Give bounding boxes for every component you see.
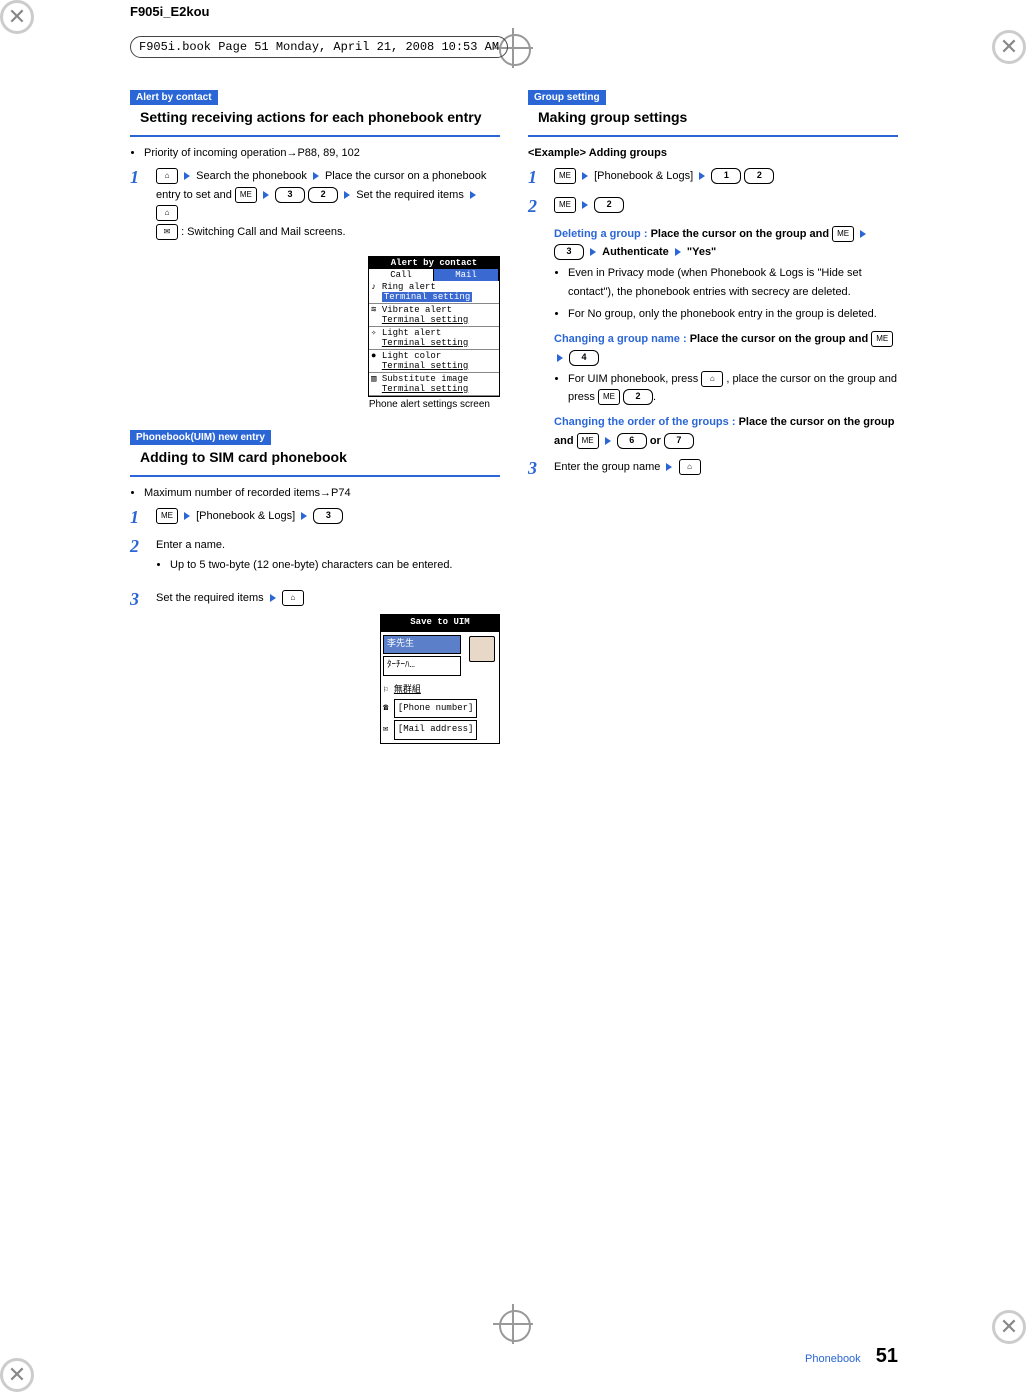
avatar-placeholder	[469, 636, 495, 662]
crop-mark-bl: ✕	[0, 1358, 34, 1392]
arrow-icon	[263, 191, 269, 199]
sim-step3: Set the required items ⌂ Save to UIM 李先生…	[156, 589, 500, 745]
book-icon: ⌂	[701, 371, 723, 387]
example-heading: <Example> Adding groups	[528, 147, 898, 159]
arrow-icon	[301, 512, 307, 520]
key-2: 2	[308, 187, 338, 203]
arrow-icon	[699, 172, 705, 180]
key-3: 3	[313, 508, 343, 524]
key-2: 2	[744, 168, 774, 184]
bullet-max-items: Maximum number of recorded items→P74	[144, 487, 500, 499]
section-tag-group: Group setting	[528, 90, 606, 105]
book-icon: ⌂	[156, 168, 178, 184]
book-page-info: F905i.book Page 51 Monday, April 21, 200…	[130, 36, 508, 58]
phone-screen-caption: Phone alert settings screen	[368, 399, 500, 410]
arrow-icon	[184, 512, 190, 520]
arrow-icon	[675, 248, 681, 256]
crop-mark-tl: ✕	[0, 0, 34, 34]
group-step3: Enter the group name ⌂	[554, 458, 898, 479]
registration-mark-bottom	[497, 1308, 531, 1342]
menu-icon: ME	[871, 331, 893, 347]
menu-icon: ME	[832, 226, 854, 242]
step-number-2: 2	[528, 196, 546, 450]
delete-group-label: Deleting a group :	[554, 228, 648, 240]
crop-mark-tr: ✕	[992, 30, 1026, 64]
arrow-icon	[605, 437, 611, 445]
section-title-alert: Setting receiving actions for each phone…	[130, 105, 500, 129]
arrow-icon	[582, 172, 588, 180]
book-icon: ⌂	[156, 205, 178, 221]
step-number-3: 3	[528, 458, 546, 479]
book-icon: ⌂	[679, 459, 701, 475]
bullet-char-limit: Up to 5 two-byte (12 one-byte) character…	[170, 556, 500, 575]
arrow-icon	[557, 354, 563, 362]
arrow-icon	[666, 463, 672, 471]
tab-mail: Mail	[434, 269, 499, 281]
save-to-uim-screen: Save to UIM 李先生 ﾀｰﾁｰﾊ… ⚐ 無群組 ☎ [Phone nu…	[380, 614, 500, 744]
bullet-priority: Priority of incoming operation→P88, 89, …	[144, 147, 500, 159]
left-column: Alert by contact Setting receiving actio…	[130, 90, 500, 1294]
crop-mark-br: ✕	[992, 1310, 1026, 1344]
key-7: 7	[664, 433, 694, 449]
section-tag-alert: Alert by contact	[130, 90, 218, 105]
envelope-icon: ✉	[156, 224, 178, 240]
step-number-2: 2	[130, 536, 148, 581]
del-note-1: Even in Privacy mode (when Phonebook & L…	[568, 264, 898, 301]
step-number-1: 1	[528, 167, 546, 188]
menu-icon: ME	[577, 433, 599, 449]
menu-icon: ME	[554, 168, 576, 184]
section-title-group: Making group settings	[528, 105, 898, 129]
menu-icon: ME	[235, 187, 257, 203]
arrow-icon	[313, 172, 319, 180]
section-tag-uim: Phonebook(UIM) new entry	[130, 430, 271, 445]
section-title-uim: Adding to SIM card phonebook	[130, 445, 500, 469]
key-6: 6	[617, 433, 647, 449]
arrow-icon	[184, 172, 190, 180]
right-column: Group setting Making group settings <Exa…	[528, 90, 898, 1294]
footer: Phonebook 51	[805, 1345, 898, 1368]
arrow-icon	[470, 191, 476, 199]
group-step1: ME [Phonebook & Logs] 1 2	[554, 167, 898, 188]
menu-icon: ME	[598, 389, 620, 405]
arrow-icon	[582, 201, 588, 209]
step-number-1: 1	[130, 167, 148, 242]
footer-section: Phonebook	[805, 1353, 861, 1365]
key-3: 3	[554, 244, 584, 260]
arrow-icon	[590, 248, 596, 256]
menu-icon: ME	[156, 508, 178, 524]
key-2: 2	[623, 389, 653, 405]
book-icon: ⌂	[282, 590, 304, 606]
step-number-3: 3	[130, 589, 148, 745]
arrow-icon	[860, 230, 866, 238]
uim-phonebook-note: For UIM phonebook, press ⌂ , place the c…	[568, 370, 898, 407]
group-step2: ME 2 Deleting a group : Place the cursor…	[554, 196, 898, 450]
tab-call: Call	[369, 269, 434, 281]
key-4: 4	[569, 350, 599, 366]
arrow-icon	[344, 191, 350, 199]
phone-alert-screen: Alert by contact Call Mail ♪ Ring alert …	[368, 256, 500, 397]
menu-icon: ME	[554, 197, 576, 213]
change-name-label: Changing a group name :	[554, 333, 687, 345]
key-3: 3	[275, 187, 305, 203]
key-2: 2	[594, 197, 624, 213]
del-note-2: For No group, only the phonebook entry i…	[568, 305, 898, 324]
step-1-text: ⌂ Search the phonebook Place the cursor …	[156, 167, 500, 242]
model-code: F905i_E2kou	[130, 4, 210, 19]
sim-step1: ME [Phonebook & Logs] 3	[156, 507, 500, 528]
arrow-icon	[270, 594, 276, 602]
step-number-1: 1	[130, 507, 148, 528]
change-order-label: Changing the order of the groups :	[554, 416, 736, 428]
page-number: 51	[876, 1345, 898, 1367]
sim-step2: Enter a name. Up to 5 two-byte (12 one-b…	[156, 536, 500, 581]
key-1: 1	[711, 168, 741, 184]
